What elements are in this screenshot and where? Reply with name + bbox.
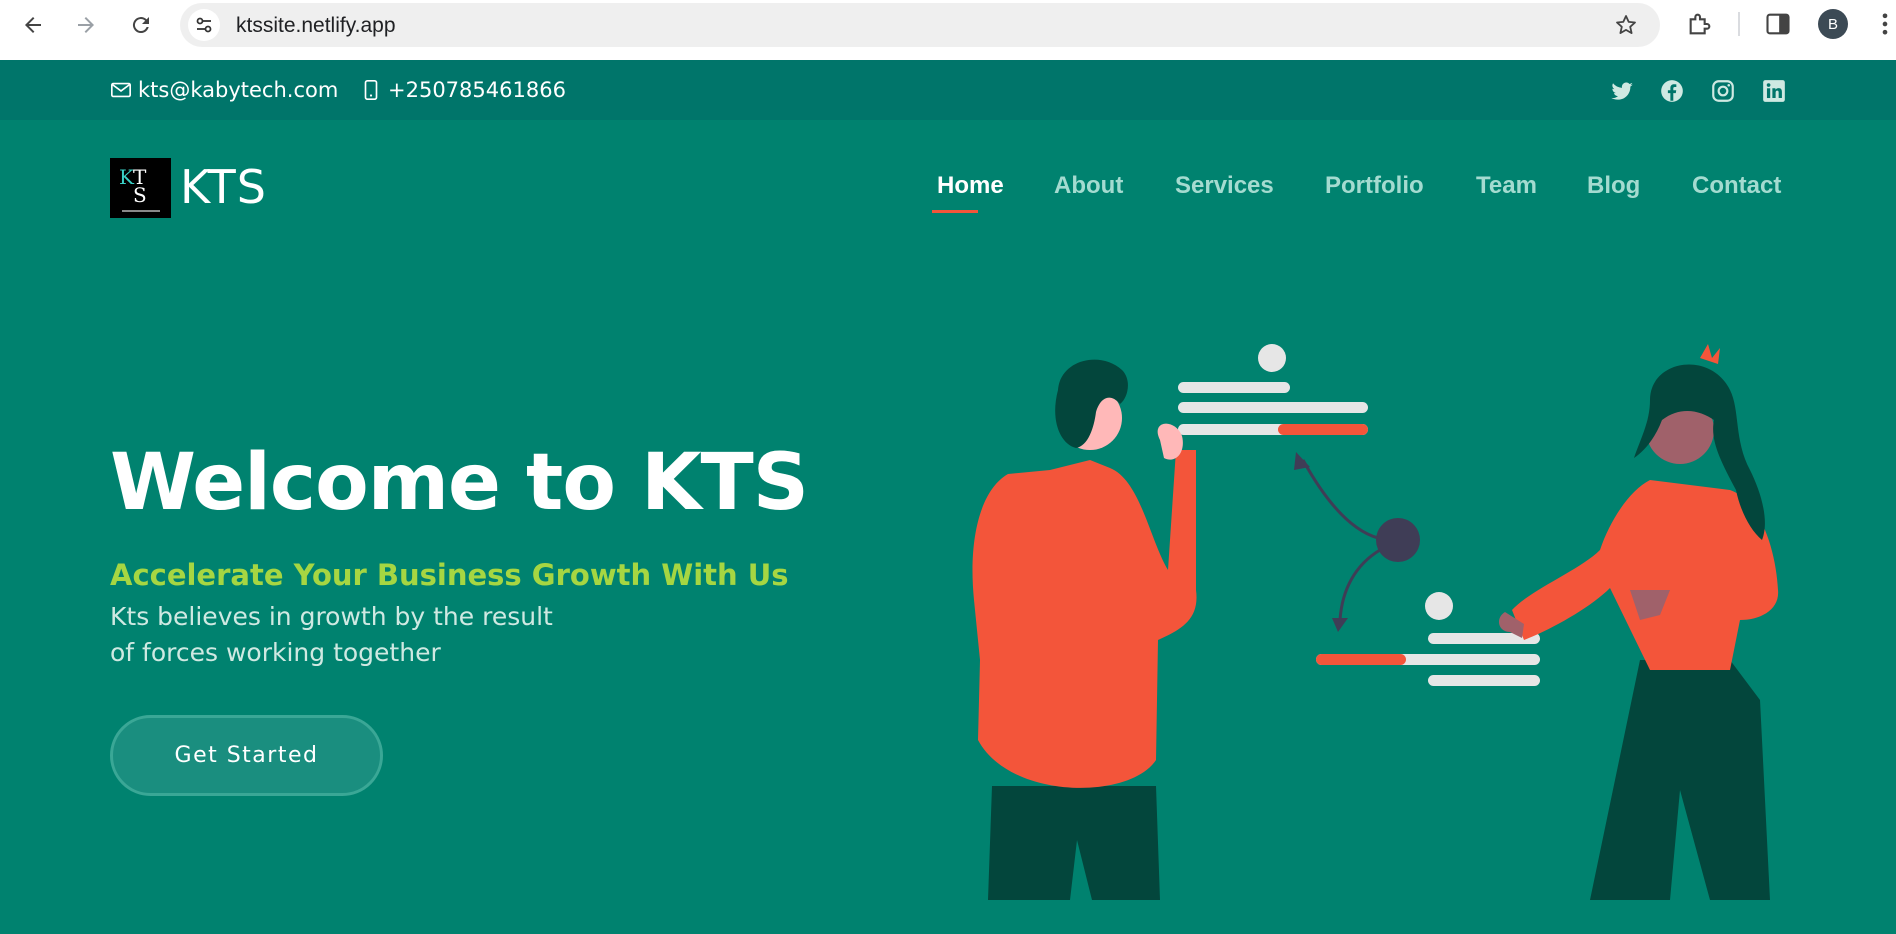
nav-blog[interactable]: Blog [1587, 172, 1640, 200]
bottom-dashboard-card [1316, 592, 1540, 686]
toolbar-divider [1738, 12, 1740, 36]
woman-figure [1498, 344, 1779, 900]
nav-contact[interactable]: Contact [1692, 172, 1781, 200]
nav-home[interactable]: Home [937, 172, 1004, 200]
svg-text:S: S [133, 183, 147, 207]
reload-button[interactable] [126, 10, 156, 40]
logo-image[interactable]: K T S [110, 158, 171, 218]
active-nav-indicator [932, 210, 978, 213]
contact-bar: kts@kabytech.com +250785461866 [0, 60, 1896, 120]
linkedin-icon [1763, 80, 1785, 102]
kts-logo-mark: K T S [110, 158, 171, 218]
bookmark-star-icon[interactable] [1614, 13, 1638, 37]
email-contact[interactable]: kts@kabytech.com [110, 78, 338, 102]
site-info-button[interactable] [188, 9, 220, 41]
forward-button[interactable] [71, 10, 101, 40]
url-text: ktssite.netlify.app [236, 14, 396, 37]
top-dashboard-card [1178, 344, 1368, 435]
hero-illustration [972, 344, 1779, 900]
nav-team[interactable]: Team [1476, 172, 1537, 200]
email-text: kts@kabytech.com [138, 78, 339, 102]
phone-contact[interactable]: +250785461866 [360, 78, 566, 102]
phone-text: +250785461866 [388, 78, 566, 102]
envelope-icon [111, 82, 131, 98]
nav-services[interactable]: Services [1175, 172, 1274, 200]
instagram-link[interactable] [1710, 78, 1736, 104]
reload-icon [132, 17, 149, 34]
facebook-link[interactable] [1659, 78, 1685, 104]
phone-icon [364, 80, 378, 100]
nav-portfolio[interactable]: Portfolio [1325, 172, 1424, 200]
man-figure [972, 359, 1197, 900]
back-button[interactable] [18, 10, 48, 40]
hero-description-line-2: of forces working together [110, 638, 441, 667]
facebook-icon [1661, 80, 1683, 102]
connector-arrows [1294, 452, 1420, 632]
forward-arrow-icon [78, 17, 94, 33]
site-logo-text[interactable]: KTS [180, 160, 267, 214]
linkedin-link[interactable] [1761, 78, 1787, 104]
twitter-icon [1611, 82, 1633, 100]
nav-about[interactable]: About [1054, 172, 1123, 200]
extensions-puzzle-icon[interactable] [1686, 10, 1714, 38]
profile-avatar[interactable]: B [1818, 9, 1848, 39]
browser-toolbar: ktssite.netlify.app B [0, 0, 1896, 60]
tune-icon [196, 17, 212, 33]
hero-subtitle: Accelerate Your Business Growth With Us [110, 558, 789, 592]
hero-title: Welcome to KTS [110, 438, 809, 528]
more-menu-icon[interactable] [1878, 10, 1892, 38]
address-bar[interactable]: ktssite.netlify.app [180, 3, 1660, 47]
get-started-button[interactable]: Get Started [110, 715, 383, 796]
instagram-icon [1712, 80, 1734, 102]
twitter-link[interactable] [1609, 78, 1635, 104]
side-panel-icon[interactable] [1764, 10, 1792, 38]
hero-description-line-1: Kts believes in growth by the result [110, 602, 553, 631]
back-arrow-icon [25, 17, 41, 33]
